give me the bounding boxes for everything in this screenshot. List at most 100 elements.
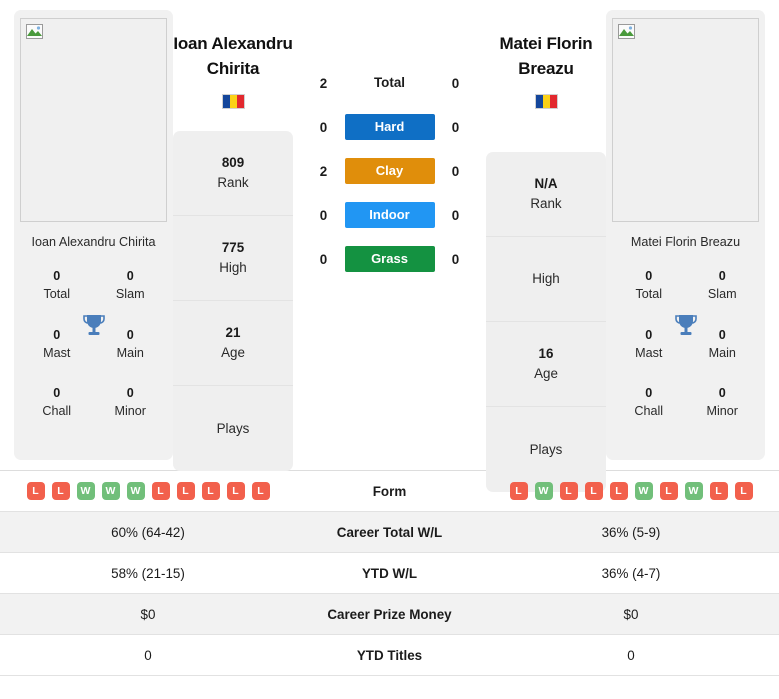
- player-comparison-page: Ioan Alexandru Chirita 0 Total 0 Slam 0 …: [0, 0, 779, 699]
- form-result-badge[interactable]: W: [534, 482, 553, 500]
- left-ytd-wl: 58% (21-15): [0, 552, 296, 594]
- left-player-photo: [20, 18, 167, 222]
- form-result-badge[interactable]: L: [151, 482, 170, 500]
- form-result-badge[interactable]: L: [26, 482, 45, 500]
- surface-left-score: 0: [319, 251, 328, 267]
- form-result-badge[interactable]: L: [51, 482, 70, 500]
- trophy-icon: [82, 313, 105, 339]
- table-row-career-prize: $0 Career Prize Money $0: [0, 593, 779, 635]
- form-result-badge[interactable]: W: [126, 482, 145, 500]
- title-value: 0: [126, 327, 134, 342]
- title-value: 0: [645, 269, 653, 283]
- surface-left-score: 0: [319, 207, 328, 223]
- surface-badge-clay[interactable]: Clay: [344, 158, 435, 184]
- form-result-badge[interactable]: L: [609, 482, 628, 500]
- surface-right-score: 0: [451, 75, 460, 91]
- left-career-wl: 60% (64-42): [0, 511, 296, 553]
- right-career-prize: $0: [483, 593, 779, 635]
- title-value: 0: [645, 386, 653, 400]
- form-result-badge[interactable]: W: [634, 482, 653, 500]
- form-result-badge[interactable]: L: [659, 482, 678, 500]
- surface-right-score: 0: [451, 207, 460, 223]
- form-result-badge[interactable]: W: [76, 482, 95, 500]
- right-age-label: Age: [534, 366, 558, 382]
- title-value: 0: [126, 269, 134, 283]
- right-rank-row: N/A Rank: [486, 152, 606, 238]
- right-player-flag-romania-icon: [534, 94, 558, 110]
- left-player-name[interactable]: Ioan Alexandru Chirita: [173, 32, 293, 81]
- left-high-label: High: [219, 260, 247, 276]
- form-result-badge[interactable]: L: [709, 482, 728, 500]
- right-plays-label: Plays: [529, 441, 563, 457]
- form-result-badge[interactable]: L: [201, 482, 220, 500]
- title-label: Minor: [114, 404, 147, 419]
- right-ytd-wl: 36% (4-7): [483, 552, 779, 594]
- surface-badge-grass[interactable]: Grass: [344, 246, 435, 272]
- title-label: Total: [43, 287, 71, 302]
- form-result-badge[interactable]: L: [226, 482, 245, 500]
- right-rank-label: Rank: [530, 196, 562, 212]
- surface-row-grass: 0 Grass 0: [293, 246, 486, 272]
- right-player-photo-caption: Matei Florin Breazu: [630, 235, 741, 249]
- title-label: Slam: [707, 287, 737, 302]
- surface-badge-hard[interactable]: Hard: [344, 114, 435, 140]
- title-value: 0: [53, 269, 61, 283]
- left-rank-value: 809: [221, 155, 245, 171]
- surface-right-score: 0: [451, 163, 460, 179]
- surface-badge-indoor[interactable]: Indoor: [344, 202, 435, 228]
- surface-row-total: 2 Total 0: [293, 70, 486, 96]
- right-ytd-titles: 0: [483, 634, 779, 676]
- form-result-badge[interactable]: W: [684, 482, 703, 500]
- left-player-card: Ioan Alexandru Chirita 0 Total 0 Slam 0 …: [14, 10, 173, 460]
- left-player-photo-column: Ioan Alexandru Chirita 0 Total 0 Slam 0 …: [14, 10, 173, 460]
- left-titles-grid: 0 Total 0 Slam 0 Mast 0 Main 0 Chall 0 M…: [20, 263, 167, 421]
- title-label: Mast: [43, 345, 71, 360]
- surface-right-score: 0: [451, 119, 460, 135]
- form-result-badge[interactable]: W: [101, 482, 120, 500]
- right-player-name-line1: Matei Florin: [499, 34, 593, 53]
- surface-row-indoor: 0 Indoor 0: [293, 202, 486, 228]
- form-result-badge[interactable]: L: [251, 482, 270, 500]
- right-titles-grid: 0 Total 0 Slam 0 Mast 0 Main 0 Chall 0 M…: [612, 263, 759, 421]
- table-row-ytd-wl: 58% (21-15) YTD W/L 36% (4-7): [0, 552, 779, 594]
- left-plays-label: Plays: [216, 420, 250, 436]
- row-label-ytd-titles: YTD Titles: [296, 634, 483, 676]
- right-player-name[interactable]: Matei Florin Breazu: [500, 32, 593, 81]
- form-result-badge[interactable]: L: [584, 482, 603, 500]
- right-player-name-line2: Breazu: [518, 58, 574, 78]
- title-cell-main: 0 Main: [94, 326, 168, 363]
- title-label: Minor: [706, 404, 739, 419]
- row-label-career-prize: Career Prize Money: [296, 593, 483, 635]
- right-player-card: Matei Florin Breazu 0 Total 0 Slam 0 Mas…: [606, 10, 765, 460]
- title-cell-total: 0 Total: [612, 267, 686, 304]
- title-label: Mast: [635, 345, 663, 360]
- comparison-stats-table: LLWWWLLLLL Form LWLLLWLWLL 60% (64-42) C…: [0, 470, 779, 676]
- title-value: 0: [718, 386, 726, 400]
- surface-breakdown: 2 Total 0 0 Hard 0 2 Clay 0 0 Indoor 0 0: [293, 10, 486, 272]
- title-cell-minor: 0 Minor: [94, 384, 168, 421]
- surface-left-score: 2: [319, 163, 328, 179]
- left-player-photo-caption: Ioan Alexandru Chirita: [31, 235, 156, 249]
- title-cell-total: 0 Total: [20, 267, 94, 304]
- left-player-name-line2: Chirita: [206, 58, 260, 78]
- title-cell-chall: 0 Chall: [612, 384, 686, 421]
- left-form-cell: LLWWWLLLLL: [0, 470, 296, 512]
- title-cell-main: 0 Main: [686, 326, 760, 363]
- left-age-label: Age: [221, 345, 245, 361]
- right-player-photo: [612, 18, 759, 222]
- right-age-value: 16: [538, 346, 554, 362]
- surface-row-clay: 2 Clay 0: [293, 158, 486, 184]
- form-result-badge[interactable]: L: [734, 482, 753, 500]
- form-result-badge[interactable]: L: [559, 482, 578, 500]
- surface-row-hard: 0 Hard 0: [293, 114, 486, 140]
- left-high-row: 775 High: [173, 216, 293, 302]
- surface-left-score: 0: [319, 119, 328, 135]
- form-result-badge[interactable]: L: [509, 482, 528, 500]
- left-player-flag-romania-icon: [221, 94, 245, 110]
- form-result-badge[interactable]: L: [176, 482, 195, 500]
- row-label-ytd-wl: YTD W/L: [296, 552, 483, 594]
- left-age-value: 21: [225, 325, 241, 341]
- right-plays-row: Plays: [486, 407, 606, 492]
- left-player-info-card: 809 Rank 775 High 21 Age Plays: [173, 131, 293, 472]
- left-high-value: 775: [221, 240, 245, 256]
